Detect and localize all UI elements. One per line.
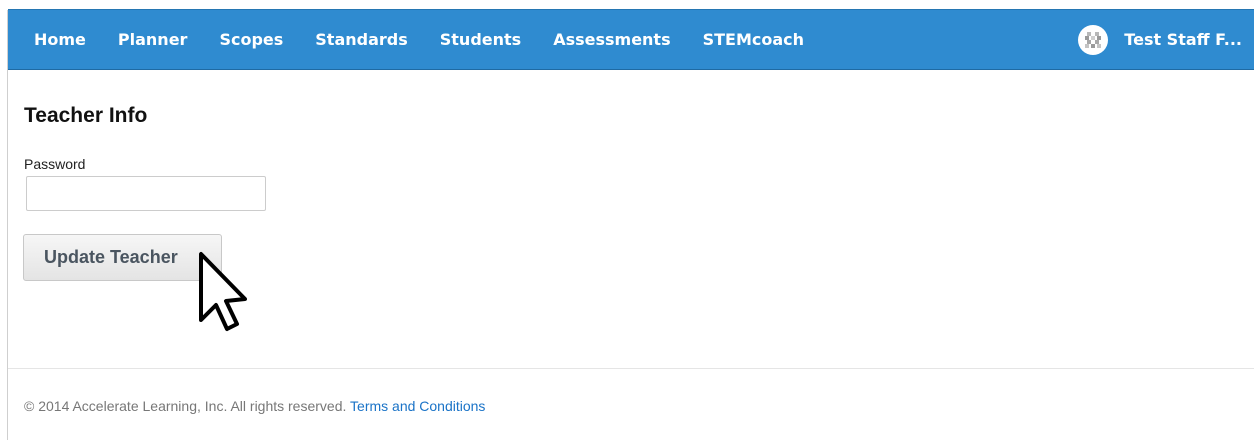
nav-item-assessments[interactable]: Assessments <box>553 30 670 49</box>
user-name[interactable]: Test Staff F... <box>1124 30 1242 49</box>
avatar-icon[interactable] <box>1078 24 1109 55</box>
nav-item-home[interactable]: Home <box>34 30 86 49</box>
copyright-text: © 2014 Accelerate Learning, Inc. All rig… <box>24 398 347 414</box>
nav-item-standards[interactable]: Standards <box>315 30 407 49</box>
top-navbar: Home Planner Scopes Standards Students A… <box>8 9 1254 70</box>
app-window: Home Planner Scopes Standards Students A… <box>0 0 1254 440</box>
identicon-graphic <box>1085 31 1102 48</box>
nav-item-stemcoach[interactable]: STEMcoach <box>703 30 804 49</box>
user-menu[interactable]: Test Staff F... <box>1078 10 1242 69</box>
password-label: Password <box>24 156 86 172</box>
nav-item-scopes[interactable]: Scopes <box>219 30 283 49</box>
footer: © 2014 Accelerate Learning, Inc. All rig… <box>24 398 485 414</box>
nav-item-students[interactable]: Students <box>440 30 521 49</box>
update-teacher-button[interactable]: Update Teacher <box>23 234 222 281</box>
page-title: Teacher Info <box>24 104 148 127</box>
password-input[interactable] <box>26 176 266 211</box>
footer-divider <box>8 368 1254 369</box>
nav-menu: Home Planner Scopes Standards Students A… <box>34 10 836 69</box>
nav-item-planner[interactable]: Planner <box>118 30 188 49</box>
terms-and-conditions-link[interactable]: Terms and Conditions <box>350 398 485 414</box>
